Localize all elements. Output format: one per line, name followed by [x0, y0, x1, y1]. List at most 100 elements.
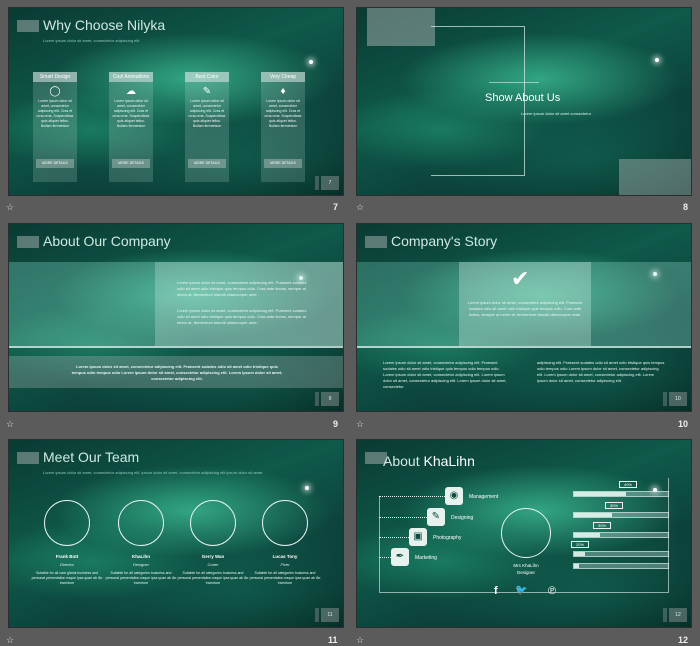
skill-bar — [573, 491, 669, 497]
slide-11[interactable]: Meet Our Team Lorem ipsum dolor sit amet… — [8, 439, 344, 628]
connector-line — [379, 517, 427, 518]
slide-8[interactable]: Show About Us Lorem ipsum dolor sit amet… — [356, 7, 692, 196]
slide-title: Company's Story — [391, 233, 498, 249]
member-name: KhaLihn — [132, 554, 150, 559]
star-icon[interactable]: ☆ — [6, 419, 14, 430]
page-marker — [315, 176, 319, 190]
slide-12[interactable]: About KhaLihn ◉ Management ✎ Designing ▣… — [356, 439, 692, 628]
slide-number: 7 — [333, 202, 339, 212]
facebook-icon[interactable]: f — [494, 585, 498, 597]
member-role: Designer — [132, 562, 149, 567]
star-icon[interactable]: ☆ — [6, 202, 14, 213]
avatar — [262, 500, 308, 546]
corner-block — [619, 159, 691, 195]
slide-subtitle: Lorem ipsum dolor sit amet, consectetur … — [43, 470, 264, 475]
avatar — [190, 500, 236, 546]
feature-card: Smart Design ◯ Lorem ipsum dolor sit ame… — [33, 72, 77, 182]
more-details-button[interactable]: MORE DETAILS — [36, 159, 74, 168]
card-body: Lorem ipsum dolor sit amet, consectetur … — [112, 99, 150, 128]
feature-card: Cool Animations ☁ Lorem ipsum dolor sit … — [109, 72, 153, 182]
card-heading: Cool Animations — [109, 72, 153, 82]
avatar — [118, 500, 164, 546]
frame-divider — [489, 82, 539, 83]
member-description: Suitable for all categories business and… — [249, 571, 321, 585]
card-body: Lorem ipsum dolor sit amet, consectetur … — [36, 99, 74, 128]
left-column-text: Lorem ipsum dolor sit amet, consectetur … — [383, 360, 507, 389]
percent-label: 20% — [571, 541, 589, 548]
team-member: Gerry Wan Coder Suitable for all categor… — [177, 500, 249, 586]
section-subtitle: Lorem ipsum dolor sit amet consectetur — [521, 111, 592, 116]
member-description: Suitable for all categories business and… — [105, 571, 177, 585]
connector-line — [379, 496, 445, 497]
slide-9[interactable]: About Our Company Lorem ipsum dolor sit … — [8, 223, 344, 412]
center-text: Lorem ipsum dolor sit amet, consectetur … — [467, 300, 583, 317]
slide-title: About KhaLihn — [383, 453, 475, 469]
pinterest-icon[interactable]: ℗ — [548, 585, 556, 597]
slide-number: 11 — [328, 635, 338, 645]
card-heading: Smart Design — [33, 72, 77, 82]
skill-bar — [573, 563, 669, 569]
skill-label: Photography — [433, 535, 462, 541]
paragraph: Lorem ipsum dolor sit amet, consectetur … — [177, 308, 307, 325]
paragraph: Lorem ipsum dolor sit amet, consectetur … — [177, 280, 307, 297]
card-body: Lorem ipsum dolor sit amet, consectetur … — [188, 99, 226, 128]
divider-line — [357, 346, 691, 348]
star-decoration — [655, 58, 659, 62]
page-number: 9 — [321, 392, 339, 406]
cloud-icon: ☁ — [126, 86, 136, 97]
slide-number: 8 — [683, 202, 689, 212]
corner-block — [367, 8, 435, 46]
percent-label: 30% — [605, 502, 623, 509]
bar-fill — [574, 552, 586, 556]
star-icon[interactable]: ☆ — [356, 635, 364, 646]
member-name: Lucas Tony — [272, 554, 298, 559]
title-mark — [17, 452, 39, 464]
person-role: Designer — [516, 570, 535, 575]
check-icon: ✔ — [511, 266, 530, 291]
title-mark — [17, 236, 39, 248]
pencil-icon: ✎ — [427, 508, 445, 526]
page-number: 7 — [321, 176, 339, 190]
skill-bar — [573, 512, 669, 518]
card-body: Lorem ipsum dolor sit amet, consectetur … — [264, 99, 302, 128]
right-column-text: adipiscing elit. Praesent sodales odio s… — [537, 360, 665, 383]
page-marker — [315, 608, 319, 622]
feature-card: Best Color ✎ Lorem ipsum dolor sit amet,… — [185, 72, 229, 182]
page-number: 10 — [669, 392, 687, 406]
bar-fill — [574, 564, 579, 568]
section-title: Show About Us — [485, 92, 561, 104]
ticket-icon: ♦ — [280, 86, 286, 97]
card-heading: Best Color — [185, 72, 229, 82]
percent-label: 40% — [619, 481, 637, 488]
twitter-icon[interactable]: 🐦 — [515, 585, 527, 596]
skill-label: Designing — [451, 515, 474, 521]
slide-10[interactable]: Company's Story ✔ Lorem ipsum dolor sit … — [356, 223, 692, 412]
star-icon[interactable]: ☆ — [6, 635, 14, 646]
star-decoration — [305, 486, 309, 490]
skill-label: Marketing — [415, 555, 437, 561]
more-details-button[interactable]: MORE DETAILS — [264, 159, 302, 168]
member-description: Suitable for all care global business an… — [31, 571, 103, 585]
bar-fill — [574, 513, 612, 517]
page-number: 11 — [321, 608, 339, 622]
card-heading: Very Cheap — [261, 72, 305, 82]
star-icon[interactable]: ☆ — [356, 419, 364, 430]
title-prefix: About — [383, 453, 420, 469]
pen-icon: ✒ — [391, 548, 409, 566]
slide-7[interactable]: Why Choose Nilyka Lorem ipsum dolor sit … — [8, 7, 344, 196]
skill-bar — [573, 532, 669, 538]
more-details-button[interactable]: MORE DETAILS — [188, 159, 226, 168]
page-marker — [315, 392, 319, 406]
text-panel — [155, 262, 343, 346]
member-role: Coder — [207, 562, 219, 567]
slide-number: 12 — [678, 635, 689, 645]
skill-label: Management — [469, 494, 499, 500]
member-role: Director — [59, 562, 74, 567]
slide-title: Meet Our Team — [43, 449, 140, 465]
team-member: Frank Butt Director Suitable for all car… — [31, 500, 103, 586]
slide-title: About Our Company — [43, 233, 171, 249]
bar-fill — [574, 492, 626, 496]
more-details-button[interactable]: MORE DETAILS — [112, 159, 150, 168]
member-description: Suitable for all categories business and… — [177, 571, 249, 585]
star-icon[interactable]: ☆ — [356, 202, 364, 213]
